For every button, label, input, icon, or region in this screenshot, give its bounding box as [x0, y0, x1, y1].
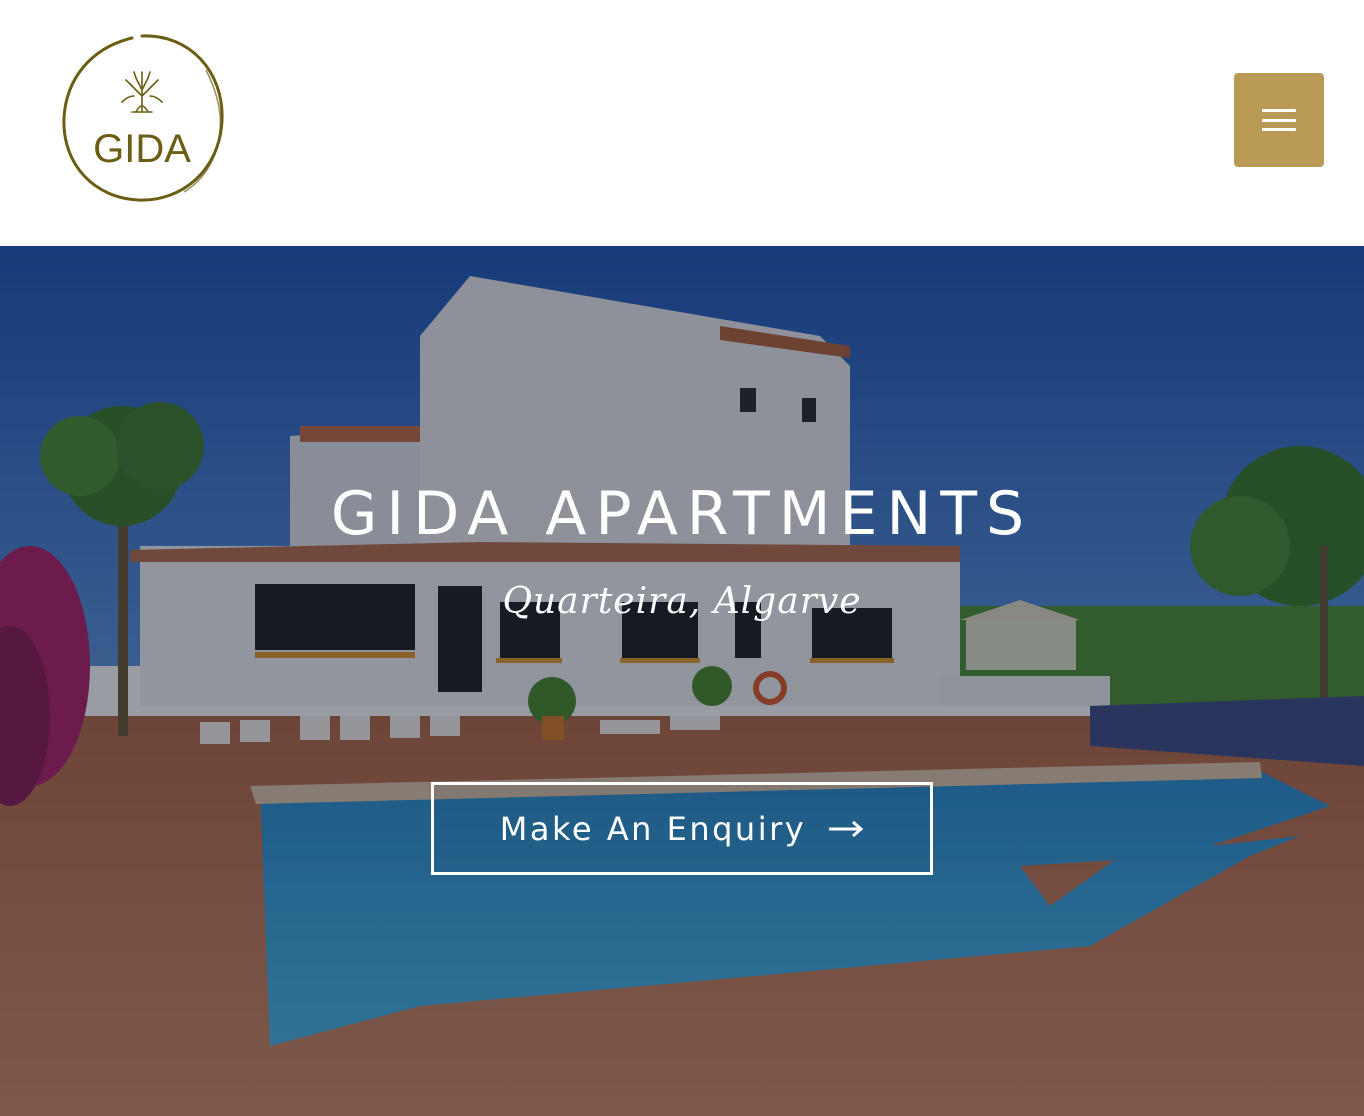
- make-enquiry-button[interactable]: Make An Enquiry: [431, 782, 933, 875]
- logo-mark: GIDA: [62, 34, 224, 202]
- site-logo[interactable]: GIDA: [56, 30, 228, 206]
- hero-section: GIDA APARTMENTS Quarteira, Algarve Make …: [0, 246, 1364, 1116]
- hero-subtitle: Quarteira, Algarve: [502, 581, 862, 622]
- enquiry-button-label: Make An Enquiry: [499, 809, 807, 848]
- logo-text: GIDA: [93, 127, 191, 171]
- arrow-right-icon: [829, 820, 864, 837]
- menu-button[interactable]: [1234, 73, 1324, 167]
- hero-title: GIDA APARTMENTS: [330, 479, 1034, 549]
- hero-overlay: [0, 246, 1364, 1116]
- hamburger-icon: [1262, 109, 1296, 131]
- site-header: GIDA: [0, 0, 1364, 246]
